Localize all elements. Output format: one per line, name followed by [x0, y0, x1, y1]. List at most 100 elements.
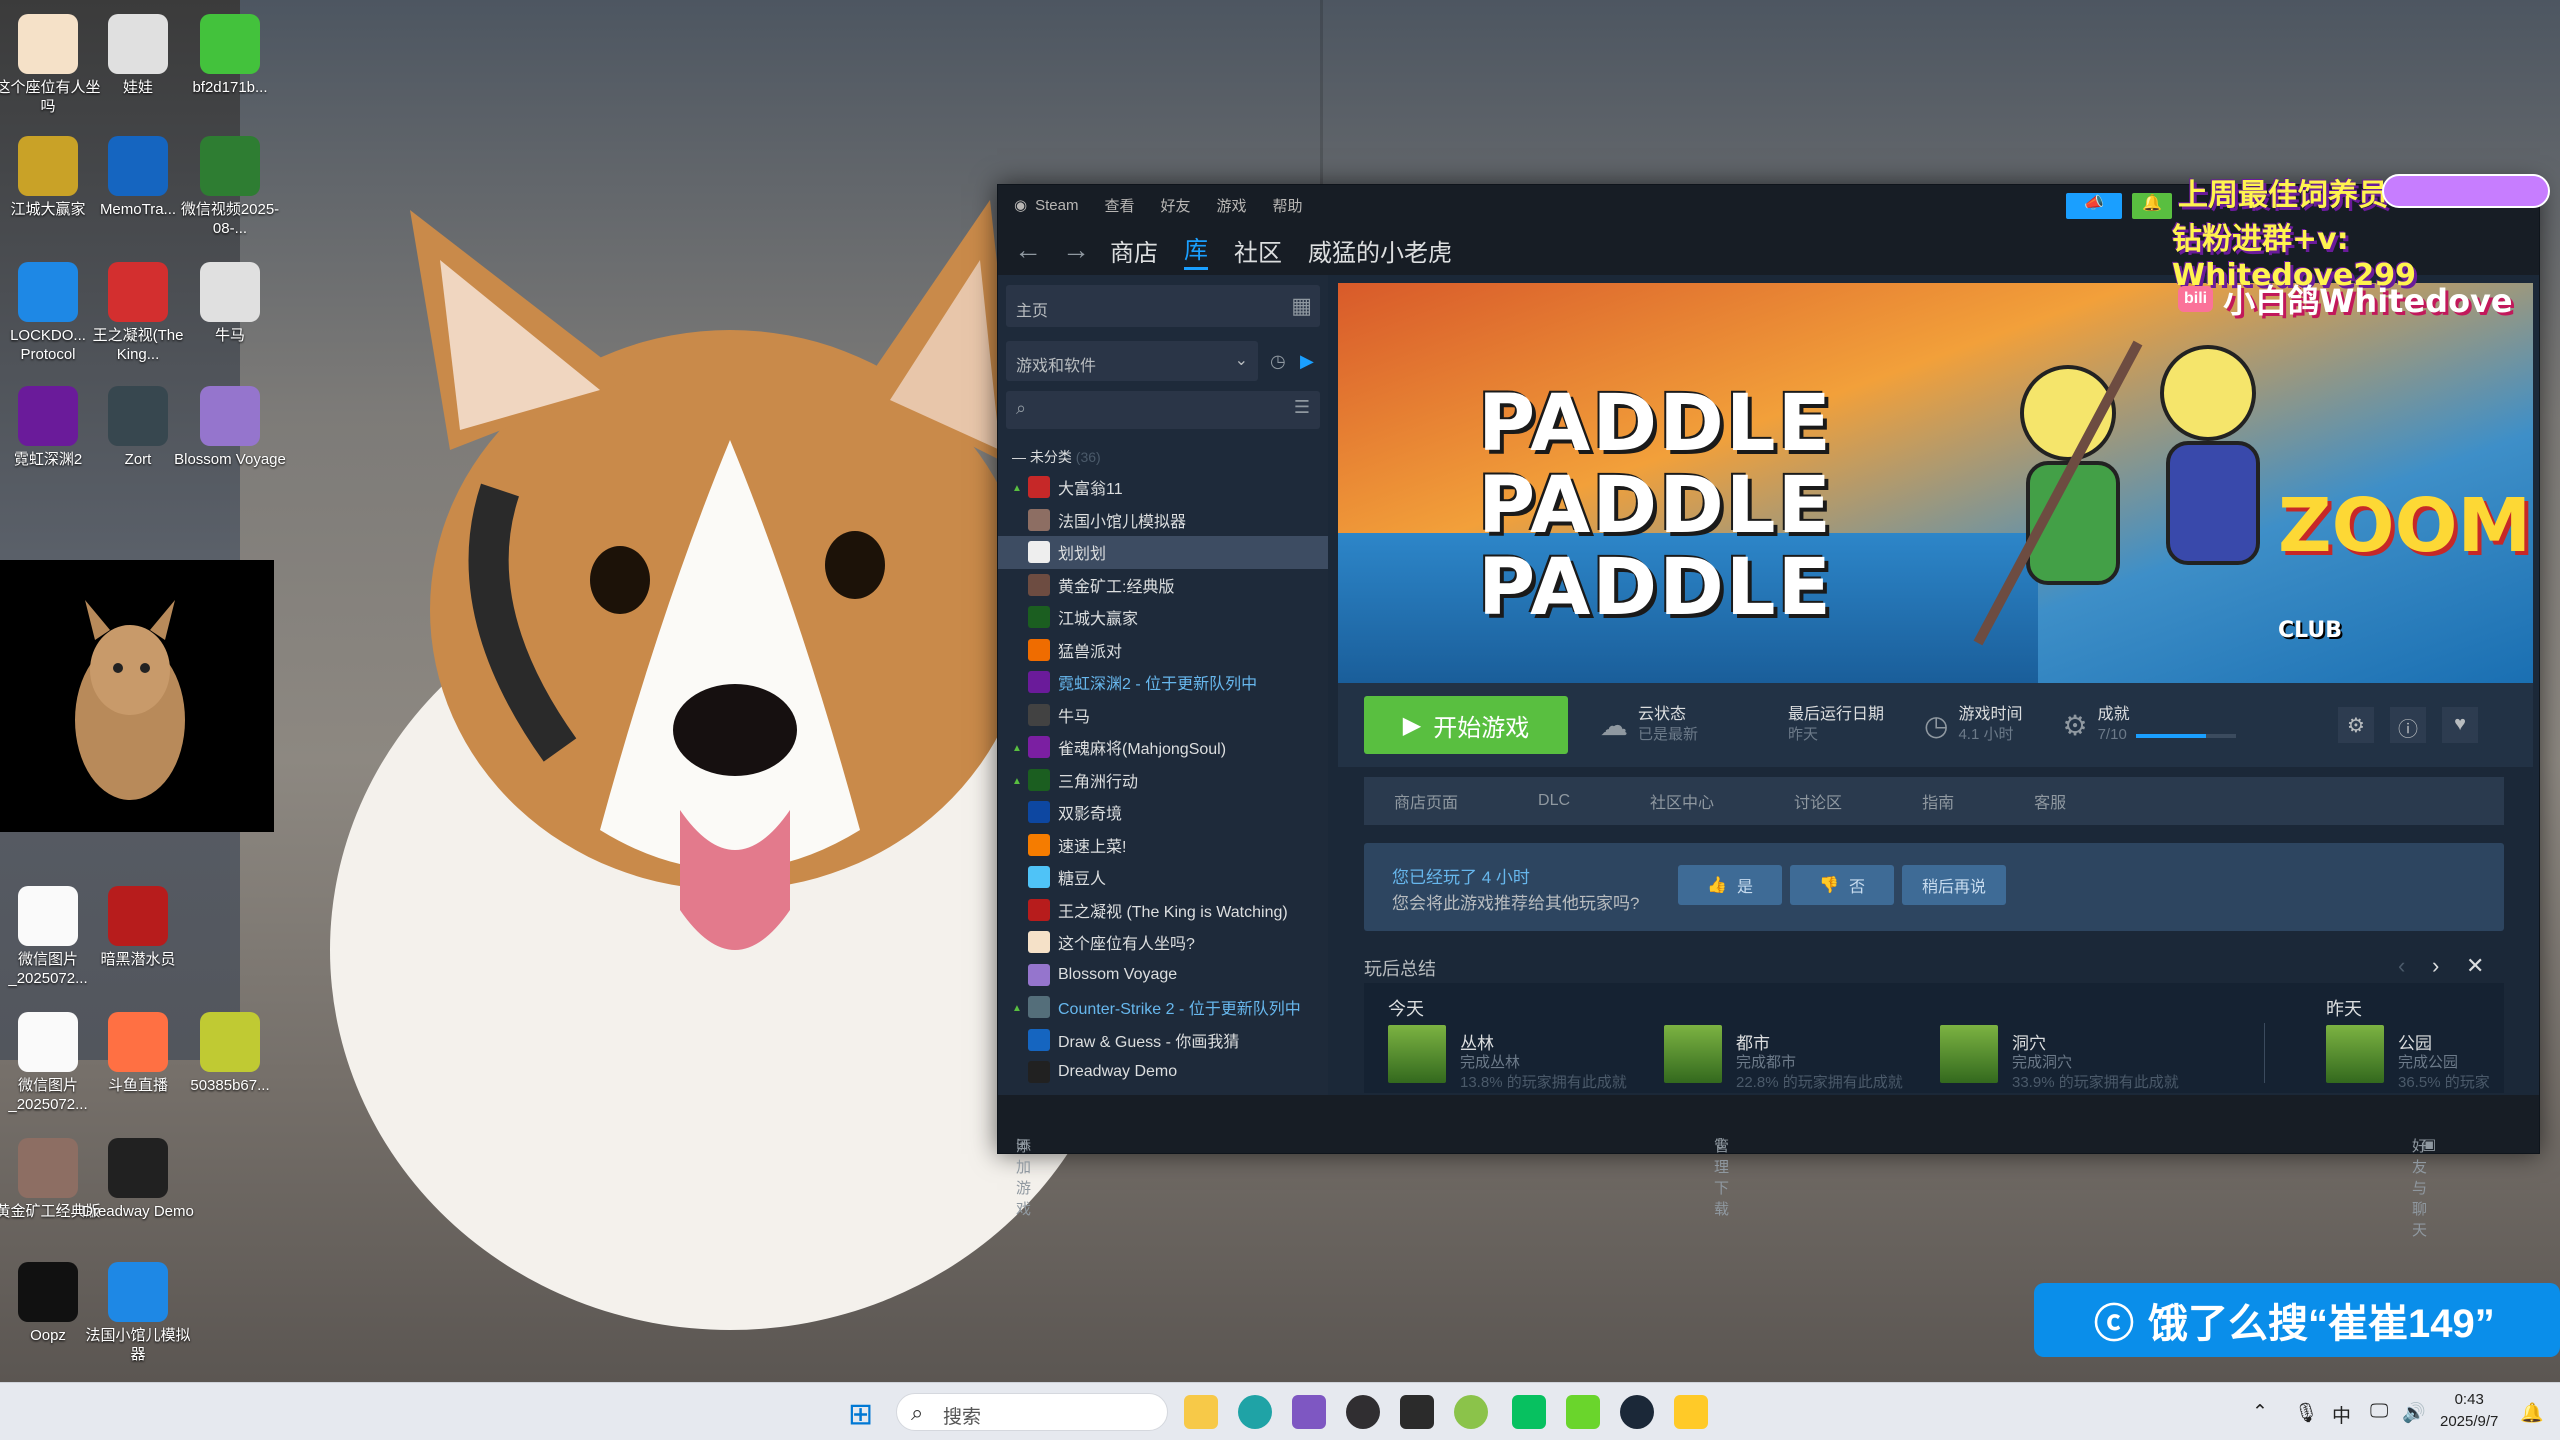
desktop-icon[interactable]: 50385b67... [170, 1006, 290, 1095]
volume-icon[interactable]: 🔊 [2402, 1401, 2426, 1425]
sort-filter-icon[interactable]: ☰ [1294, 397, 1310, 418]
section-uncategorized[interactable]: — 未分类 (36) [1012, 447, 1101, 467]
game-list-item[interactable]: 江城大赢家 [998, 601, 1328, 634]
game-list-item[interactable]: 糖豆人 [998, 861, 1328, 894]
nav-store[interactable]: 商店 [1110, 233, 1158, 268]
achievement-card[interactable]: 洞穴 完成洞穴 33.9% 的玩家拥有此成就 [1940, 1025, 2210, 1091]
menu-games[interactable]: 游戏 [1216, 195, 1246, 216]
game-list-item[interactable]: ▲ Counter-Strike 2 - 位于更新队列中 [998, 991, 1328, 1024]
library-filter-dropdown[interactable]: 游戏和软件 ⌄ [1006, 341, 1258, 381]
desktop-icon[interactable]: 微信视频2025-08-... [170, 130, 290, 238]
summary-close-icon[interactable]: ✕ [2466, 953, 2484, 979]
game-icon [1028, 963, 1050, 986]
menu-view[interactable]: 查看 [1104, 195, 1134, 216]
game-list-item[interactable]: 牛马 [998, 699, 1328, 732]
menu-friends[interactable]: 好友 [1160, 195, 1190, 216]
game-icon [1028, 801, 1050, 824]
taskbar-search[interactable]: ⌕ 搜索 [896, 1393, 1168, 1431]
menu-help[interactable]: 帮助 [1273, 195, 1303, 216]
library-search-input[interactable]: ⌕ ☰ [1006, 391, 1320, 429]
wechat-icon[interactable] [1512, 1395, 1546, 1429]
kook-icon[interactable] [1566, 1395, 1600, 1429]
desktop-icon[interactable]: 牛马 [170, 256, 290, 345]
game-list-item[interactable]: Dreadway Demo [998, 1056, 1328, 1089]
achievement-card[interactable]: 公园 完成公园 36.5% 的玩家 [2326, 1025, 2560, 1091]
ime-indicator[interactable]: 中 [2332, 1401, 2351, 1428]
game-list-item[interactable]: Blossom Voyage [998, 959, 1328, 992]
notifications-button[interactable]: 🔔 [2132, 193, 2172, 219]
game-list-item[interactable]: 速速上菜! [998, 829, 1328, 862]
summary-prev-icon[interactable]: ‹ [2398, 953, 2405, 979]
game-list-item[interactable]: 黄金矿工:经典版 [998, 569, 1328, 602]
cloud-icon: ☁ [1600, 709, 1628, 741]
tab-support[interactable]: 客服 [2034, 789, 2066, 813]
menu-steam[interactable]: Steam [1035, 197, 1078, 214]
game-list-item[interactable]: Draw & Guess - 你画我猜 [998, 1024, 1328, 1057]
review-yes-button[interactable]: 👍 是 [1678, 865, 1782, 905]
tab-discussions[interactable]: 讨论区 [1794, 789, 1842, 813]
app-icon [108, 1012, 168, 1072]
summary-next-icon[interactable]: › [2432, 953, 2439, 979]
back-arrow-icon[interactable]: ← [1014, 234, 1042, 266]
chevron-up-icon[interactable]: ⌃ [2252, 1401, 2268, 1424]
review-no-button[interactable]: 👎 否 [1790, 865, 1894, 905]
desktop-icon[interactable]: 暗黑潜水员 [78, 880, 198, 969]
nav-user[interactable]: 威猛的小老虎 [1308, 233, 1452, 268]
announcements-button[interactable]: 📣 [2066, 193, 2122, 219]
heart-icon[interactable]: ♥ [2442, 707, 2478, 743]
edge-icon[interactable] [1238, 1395, 1272, 1429]
settings-gear-icon[interactable]: ⚙ [2338, 707, 2374, 743]
game-list-item[interactable]: 划划划 [998, 536, 1328, 569]
desktop-icon[interactable]: bf2d171b... [170, 8, 290, 97]
blank-indicator [1012, 906, 1020, 914]
game-list-item[interactable]: ▲ 三角洲行动 [998, 764, 1328, 797]
desktop-icon[interactable]: 法国小馆儿模拟器 [78, 1256, 198, 1364]
tab-store-page[interactable]: 商店页面 [1394, 789, 1458, 813]
desktop-icon[interactable]: Dreadway Demo [78, 1132, 198, 1221]
steam-icon[interactable] [1620, 1395, 1654, 1429]
achievement-card[interactable]: 都市 完成都市 22.8% 的玩家拥有此成就 [1664, 1025, 1934, 1091]
forward-arrow-icon[interactable]: → [1062, 234, 1090, 266]
app-icon[interactable] [1292, 1395, 1326, 1429]
tab-community[interactable]: 社区中心 [1650, 789, 1714, 813]
recent-clock-icon[interactable]: ◷ [1270, 351, 1286, 372]
windows-start-icon[interactable]: ⊞ [848, 1397, 873, 1432]
obs-icon[interactable] [1346, 1395, 1380, 1429]
play-button[interactable]: ▶ 开始游戏 [1364, 696, 1568, 754]
notification-bell-icon[interactable]: 🔔 [2520, 1401, 2544, 1425]
hero-characters [1973, 340, 2260, 646]
clock[interactable]: 0:43 2025/9/7 [2440, 1389, 2498, 1433]
desktop-icon[interactable]: Blossom Voyage [170, 380, 290, 469]
kugou-icon[interactable] [1454, 1395, 1488, 1429]
achievement-card[interactable]: 丛林 完成丛林 13.8% 的玩家拥有此成就 [1388, 1025, 1658, 1091]
game-icon[interactable] [1674, 1395, 1708, 1429]
nav-library[interactable]: 库 [1184, 230, 1208, 270]
overlay-top-line: 上周最佳饲养员 [2178, 178, 2388, 213]
desktop-icon-label: bf2d171b... [192, 79, 268, 96]
microphone-icon[interactable]: 🎙 [2294, 1401, 2318, 1425]
nav-community[interactable]: 社区 [1234, 233, 1282, 268]
game-list-item[interactable]: 双影奇境 [998, 796, 1328, 829]
game-list-item[interactable]: 猛兽派对 [998, 634, 1328, 667]
bilibili-tag: bili [2178, 286, 2214, 312]
tab-dlc[interactable]: DLC [1538, 792, 1570, 810]
game-list-item[interactable]: ▲ 大富翁11 [998, 471, 1328, 504]
play-filter-icon[interactable]: ▶ [1300, 351, 1314, 372]
play-label: 开始游戏 [1433, 714, 1530, 742]
review-later-button[interactable]: 稍后再说 [1902, 865, 2006, 905]
achievements-stat[interactable]: 成就 7/10 [2098, 705, 2130, 745]
game-list-item[interactable]: 这个座位有人坐吗? [998, 926, 1328, 959]
game-list-item[interactable]: 法国小馆儿模拟器 [998, 504, 1328, 537]
game-list-item[interactable]: ▲ 雀魂麻将(MahjongSoul) [998, 731, 1328, 764]
achievement-pct: 22.8% 的玩家拥有此成就 [1736, 1074, 1903, 1091]
game-list-item[interactable]: 霓虹深渊2 - 位于更新队列中 [998, 666, 1328, 699]
game-list-item[interactable]: 王之凝视 (The King is Watching) [998, 894, 1328, 927]
tab-guides[interactable]: 指南 [1922, 789, 1954, 813]
terminal-icon[interactable] [1400, 1395, 1434, 1429]
app-icon [108, 1138, 168, 1198]
sidebar-home[interactable]: 主页 ▦ [1006, 285, 1320, 327]
grid-view-icon[interactable]: ▦ [1291, 293, 1312, 319]
network-icon[interactable]: 🖵 [2370, 1401, 2388, 1423]
info-icon[interactable]: ⓘ [2390, 707, 2426, 743]
explorer-icon[interactable] [1184, 1395, 1218, 1429]
